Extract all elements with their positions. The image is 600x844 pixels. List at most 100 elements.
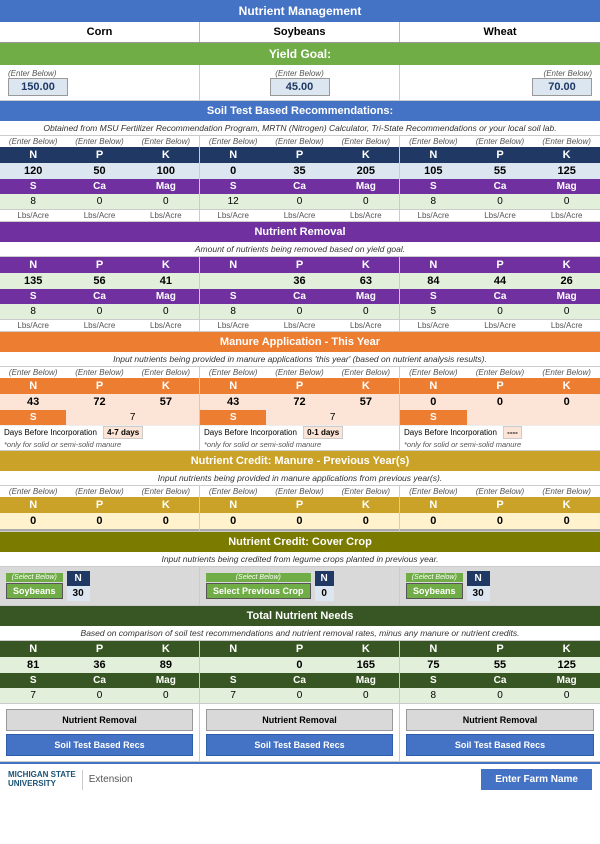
manure-corn-n[interactable]: 43 [0, 394, 66, 410]
removal-soybeans: N P K 36 63 S Ca Mag 8 0 0 Lbs/Acre Lbs [200, 257, 400, 331]
msu-line2: UNIVERSITY [8, 780, 56, 789]
soil-soy-mag-val[interactable]: 0 [333, 194, 399, 209]
prev-manure-soybeans: (Enter Below) (Enter Below) (Enter Below… [200, 486, 400, 531]
total-corn-s: 7 [0, 688, 66, 703]
crop-header: Corn Soybeans Wheat [0, 22, 600, 43]
msu-logo: MICHIGAN STATE UNIVERSITY Extension [8, 770, 133, 790]
total-corn-n: 81 [0, 657, 66, 673]
yield-soybeans-label: (Enter Below) [208, 69, 391, 78]
prev-soy-n[interactable]: 0 [200, 513, 266, 529]
btn-nutrient-removal-soy[interactable]: Nutrient Removal [206, 709, 393, 731]
cover-wheat-select[interactable]: Soybeans [406, 583, 463, 599]
soil-soybeans: (Enter Below) (Enter Below) (Enter Below… [200, 136, 400, 221]
soil-corn-s-val[interactable]: 8 [0, 194, 66, 209]
soil-soy-k-val[interactable]: 205 [333, 163, 399, 179]
total-nutrient-header: Total Nutrient Needs [0, 606, 600, 626]
soil-wheat-p-val[interactable]: 55 [467, 163, 534, 179]
btn-soil-recs-soy[interactable]: Soil Test Based Recs [206, 734, 393, 756]
yield-wheat-value[interactable]: 70.00 [532, 78, 592, 96]
crop-corn: Corn [0, 22, 200, 42]
soil-corn-ca-val[interactable]: 0 [66, 194, 132, 209]
yield-corn-label: (Enter Below) [8, 69, 191, 78]
removal-soy-mag: 0 [333, 304, 399, 319]
soil-corn-mag-val[interactable]: 0 [133, 194, 199, 209]
cover-wheat-cell: (Select Below) Soybeans N 30 [400, 567, 600, 605]
total-wheat-s: 8 [400, 688, 467, 703]
soil-wheat-mag-val[interactable]: 0 [533, 194, 600, 209]
soil-wheat-n-val[interactable]: 105 [400, 163, 467, 179]
removal-soy-s: 8 [200, 304, 266, 319]
total-soy-mag: 0 [333, 688, 399, 703]
total-soy-p: 0 [266, 657, 332, 673]
btn-nutrient-removal-corn[interactable]: Nutrient Removal [6, 709, 193, 731]
yield-wheat-cell: (Enter Below) 70.00 [400, 65, 600, 100]
cover-corn-select[interactable]: Soybeans [6, 583, 63, 599]
soil-corn-n-val[interactable]: 120 [0, 163, 66, 179]
soil-soy-p-val[interactable]: 35 [266, 163, 332, 179]
prev-soy-p[interactable]: 0 [266, 513, 332, 529]
extension-text: Extension [89, 774, 133, 785]
manure-corn-days[interactable]: 4-7 days [103, 426, 143, 439]
removal-soy-n [200, 273, 266, 289]
manure-soy-s[interactable]: 7 [266, 410, 399, 425]
manure-wheat-p[interactable]: 0 [467, 394, 534, 410]
soil-wheat-s-val[interactable]: 8 [400, 194, 467, 209]
prev-corn-p[interactable]: 0 [66, 513, 132, 529]
btn-soil-recs-wheat[interactable]: Soil Test Based Recs [406, 734, 594, 756]
manure-wheat-days[interactable]: ---- [503, 426, 522, 439]
btn-group-corn: Nutrient Removal Soil Test Based Recs [0, 704, 200, 761]
soil-corn-p-val[interactable]: 50 [66, 163, 132, 179]
soil-corn-k-val[interactable]: 100 [133, 163, 199, 179]
prev-soy-k[interactable]: 0 [333, 513, 399, 529]
prev-manure-corn: (Enter Below) (Enter Below) (Enter Below… [0, 486, 200, 531]
btn-soil-recs-corn[interactable]: Soil Test Based Recs [6, 734, 193, 756]
total-wheat: N P K 75 55 125 S Ca Mag 8 0 0 [400, 641, 600, 703]
prev-manure-subtext: Input nutrients being provided in manure… [0, 471, 600, 486]
manure-soy-p[interactable]: 72 [266, 394, 332, 410]
total-nutrient-npk: N P K 81 36 89 S Ca Mag 7 0 0 N [0, 641, 600, 704]
soil-corn-n-header: N [0, 147, 66, 163]
manure-corn: (Enter Below) (Enter Below) (Enter Below… [0, 367, 200, 450]
manure-wheat: (Enter Below) (Enter Below) (Enter Below… [400, 367, 600, 450]
prev-corn-k[interactable]: 0 [133, 513, 199, 529]
soil-wheat-ca-val[interactable]: 0 [467, 194, 534, 209]
yield-corn-cell: (Enter Below) 150.00 [0, 65, 200, 100]
soil-soy-n-val[interactable]: 0 [200, 163, 266, 179]
enter-farm-name-button[interactable]: Enter Farm Name [481, 769, 592, 790]
prev-wheat-n[interactable]: 0 [400, 513, 467, 529]
soil-test-npk: (Enter Below) (Enter Below) (Enter Below… [0, 136, 600, 222]
manure-corn-s[interactable]: 7 [66, 410, 199, 425]
cover-crop-header: Nutrient Credit: Cover Crop [0, 532, 600, 552]
manure-soy-days[interactable]: 0-1 days [303, 426, 343, 439]
manure-wheat-k[interactable]: 0 [533, 394, 600, 410]
manure-corn-p[interactable]: 72 [66, 394, 132, 410]
total-soy-s: 7 [200, 688, 266, 703]
cover-corn-n-val[interactable]: 30 [67, 586, 90, 601]
manure-wheat-n[interactable]: 0 [400, 394, 467, 410]
yield-corn-value[interactable]: 150.00 [8, 78, 68, 96]
soil-soy-ca-val[interactable]: 0 [266, 194, 332, 209]
prev-corn-n[interactable]: 0 [0, 513, 66, 529]
yield-soybeans-value[interactable]: 45.00 [270, 78, 330, 96]
yield-soybeans-cell: (Enter Below) 45.00 [200, 65, 400, 100]
yield-goal-header: Yield Goal: [0, 43, 600, 65]
soil-wheat: (Enter Below) (Enter Below) (Enter Below… [400, 136, 600, 221]
manure-soy-n[interactable]: 43 [200, 394, 266, 410]
cover-wheat-n-val[interactable]: 30 [467, 586, 490, 601]
manure-soybeans: (Enter Below) (Enter Below) (Enter Below… [200, 367, 400, 450]
removal-corn-p: 56 [66, 273, 132, 289]
soil-wheat-k-val[interactable]: 125 [533, 163, 600, 179]
soil-test-subtext: Obtained from MSU Fertilizer Recommendat… [0, 121, 600, 136]
manure-wheat-s [467, 410, 600, 425]
manure-corn-k[interactable]: 57 [133, 394, 199, 410]
total-corn: N P K 81 36 89 S Ca Mag 7 0 0 [0, 641, 200, 703]
nutrient-removal-subtext: Amount of nutrients being removed based … [0, 242, 600, 257]
btn-nutrient-removal-wheat[interactable]: Nutrient Removal [406, 709, 594, 731]
cover-soy-n-val[interactable]: 0 [315, 586, 334, 601]
prev-manure-wheat: (Enter Below) (Enter Below) (Enter Below… [400, 486, 600, 531]
prev-wheat-k[interactable]: 0 [533, 513, 600, 529]
manure-soy-k[interactable]: 57 [333, 394, 399, 410]
cover-soy-select[interactable]: Select Previous Crop [206, 583, 311, 599]
soil-soy-s-val[interactable]: 12 [200, 194, 266, 209]
prev-wheat-p[interactable]: 0 [467, 513, 534, 529]
